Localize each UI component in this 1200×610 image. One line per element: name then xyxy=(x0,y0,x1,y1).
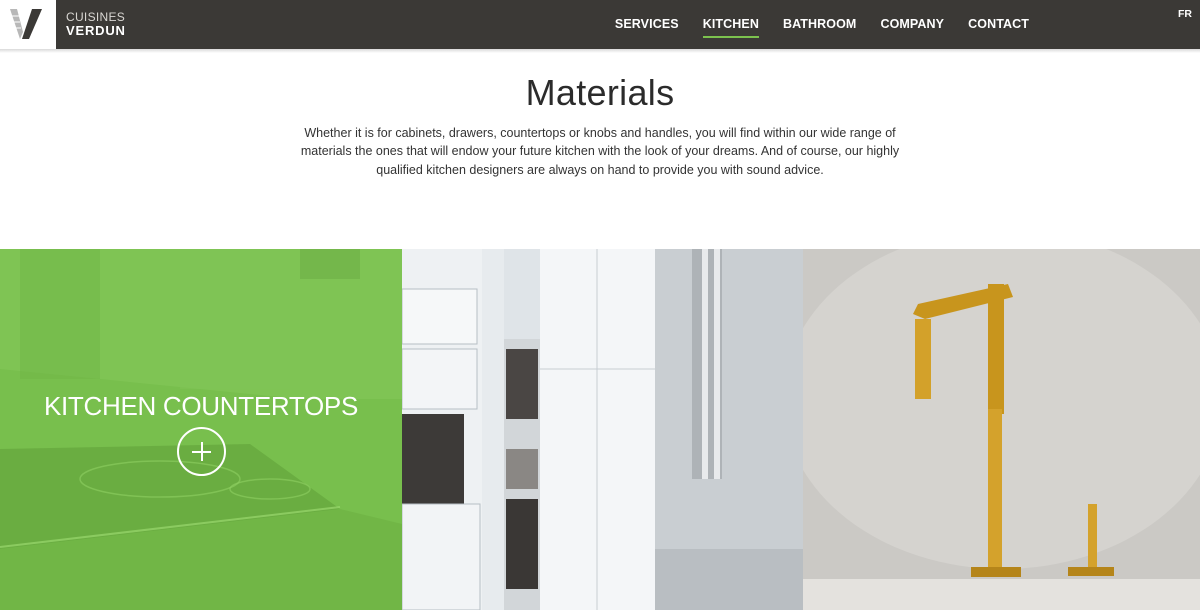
header-shadow xyxy=(0,49,1200,53)
site-header: CUISINES VERDUN SERVICES KITCHEN BATHROO… xyxy=(0,0,1200,49)
v-logo-icon xyxy=(10,9,42,39)
logo-link[interactable] xyxy=(0,0,56,49)
tile-label-countertops: KITCHEN COUNTERTOPS xyxy=(43,391,359,421)
nav-item-company[interactable]: COMPANY xyxy=(868,0,956,49)
nav-item-bathroom[interactable]: BATHROOM xyxy=(771,0,868,49)
nav-item-services[interactable]: SERVICES xyxy=(603,0,691,49)
language-switch[interactable]: FR xyxy=(1178,8,1192,20)
brand-name[interactable]: CUISINES VERDUN xyxy=(66,11,126,38)
tile-kitchen-countertops[interactable]: KITCHEN COUNTERTOPS xyxy=(0,249,402,610)
materials-tiles: KITCHEN COUNTERTOPS xyxy=(0,249,1200,610)
intro-paragraph: Whether it is for cabinets, drawers, cou… xyxy=(300,126,900,177)
brand-line-2: VERDUN xyxy=(66,23,126,38)
nav-item-contact[interactable]: CONTACT xyxy=(956,0,1041,49)
gold-faucet-photo xyxy=(803,249,1200,610)
main-nav: SERVICES KITCHEN BATHROOM COMPANY CONTAC… xyxy=(603,0,1041,49)
nav-item-kitchen[interactable]: KITCHEN xyxy=(691,0,771,49)
plus-circle-icon[interactable] xyxy=(177,427,226,476)
white-cabinets-photo xyxy=(402,249,803,610)
tile-cabinets[interactable] xyxy=(402,249,803,610)
page-title: Materials xyxy=(525,72,675,113)
tile-faucets[interactable] xyxy=(803,249,1200,610)
